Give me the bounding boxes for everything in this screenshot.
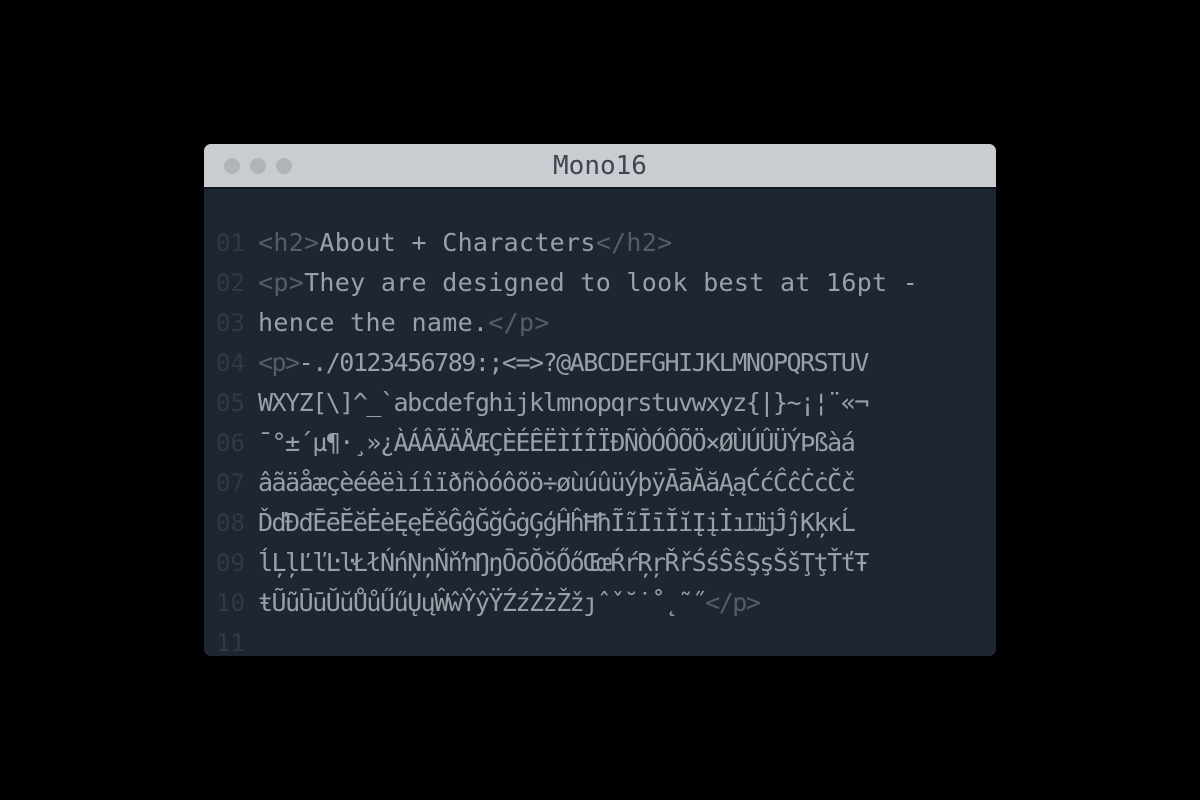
code-content: ĺĻļĽľĿŀŁłŃńŅņŇňŉŊŋŌōŎŏŐőŒœŔŕŖŗŘřŚśŜŝŞşŠš… [258, 543, 869, 583]
code-line[interactable]: 02 <p>They are designed to look best at 1… [204, 263, 996, 303]
code-content: <h2>About + Characters</h2> [258, 223, 673, 263]
code-line[interactable]: 07 âãäåæçèéêëìíîïðñòóôõö÷øùúûüýþÿĀāĂăĄąĆć… [204, 463, 996, 503]
line-number: 07 [216, 469, 245, 497]
text-token: They are designed to look best at 16pt - [304, 268, 919, 297]
editor-window: Mono16 01 <h2>About + Characters</h2> 02 <p… [204, 144, 996, 656]
html-tag-token: <h2> [258, 228, 320, 257]
code-content: ¯°±´µ¶·¸»¿ÀÁÂÃÄÅÆÇÈÉÊËÌÍÎÏÐÑÒÓÔÕÖ×ØÙÚÛÜÝ… [258, 423, 856, 463]
code-content: WXYZ[\]^_`abcdefghijklmnopqrstuvwxyz{|}~… [258, 383, 869, 423]
text-token: ŧŨũŪūŬŭŮůŰűŲųŴŵŶŷŸŹźŻżŽžȷˆˇ˘˙˚˛˜˝ [258, 588, 707, 617]
line-number: 03 [216, 309, 245, 337]
code-line[interactable]: 01 <h2>About + Characters</h2> [204, 223, 996, 263]
text-token: WXYZ[\]^_`abcdefghijklmnopqrstuvwxyz{|}~… [258, 388, 869, 417]
window-title: Mono16 [553, 151, 647, 181]
html-tag-token: <p> [258, 348, 300, 377]
code-content: hence the name.</p> [258, 303, 550, 343]
line-number: 08 [216, 509, 245, 537]
code-content: <p>-./0123456789:;<=>?@ABCDEFGHIJKLMNOPQ… [258, 343, 870, 383]
code-content: ĎďĐđĒēĔĕĖėĘęĚěĜĝĞğĠġĢģĤĥĦħĨĩĪīĬĭĮįİıĲĳĴĵ… [258, 503, 856, 543]
text-token: ĎďĐđĒēĔĕĖėĘęĚěĜĝĞğĠġĢģĤĥĦħĨĩĪīĬĭĮįİıĲĳĴĵ… [258, 508, 856, 537]
code-line[interactable]: 03 hence the name.</p> [204, 303, 996, 343]
line-number: 09 [216, 549, 245, 577]
code-content: ŧŨũŪūŬŭŮůŰűŲųŴŵŶŷŸŹźŻżŽžȷˆˇ˘˙˚˛˜˝</p> [258, 583, 761, 623]
html-tag-token: </p> [488, 308, 550, 337]
code-line[interactable]: 10 ŧŨũŪūŬŭŮůŰűŲųŴŵŶŷŸŹźŻżŽžȷˆˇ˘˙˚˛˜˝</p> [204, 583, 996, 623]
text-token: ĺĻļĽľĿŀŁłŃńŅņŇňŉŊŋŌōŎŏŐőŒœŔŕŖŗŘřŚśŜŝŞşŠš… [258, 548, 869, 577]
line-number: 01 [216, 229, 245, 257]
code-line[interactable]: 09 ĺĻļĽľĿŀŁłŃńŅņŇňŉŊŋŌōŎŏŐőŒœŔŕŖŗŘřŚśŜŝŞş… [204, 543, 996, 583]
line-number: 10 [216, 589, 245, 617]
code-line[interactable]: 06 ¯°±´µ¶·¸»¿ÀÁÂÃÄÅÆÇÈÉÊËÌÍÎÏÐÑÒÓÔÕÖ×ØÙÚÛ… [204, 423, 996, 463]
code-content: âãäåæçèéêëìíîïðñòóôõö÷øùúûüýþÿĀāĂăĄąĆćĈĉ… [258, 463, 856, 503]
text-token: About + Characters [319, 228, 596, 257]
line-number: 05 [216, 389, 245, 417]
line-number: 04 [216, 349, 245, 377]
code-content: <p>They are designed to look best at 16p… [258, 263, 918, 303]
text-token: -./0123456789:;<=>?@ABCDEFGHIJKLMNOPQRST… [298, 348, 870, 377]
title-bar: Mono16 [204, 144, 996, 189]
code-line[interactable]: 08 ĎďĐđĒēĔĕĖėĘęĚěĜĝĞğĠġĢģĤĥĦħĨĩĪīĬĭĮįİıĲĳ… [204, 503, 996, 543]
line-number: 06 [216, 429, 245, 457]
line-number: 02 [216, 269, 245, 297]
html-tag-token: </h2> [595, 228, 673, 257]
html-tag-token: <p> [258, 268, 305, 297]
code-line[interactable]: 11 [204, 623, 996, 656]
code-editor[interactable]: 01 <h2>About + Characters</h2> 02 <p>They a… [204, 189, 996, 656]
text-token: âãäåæçèéêëìíîïðñòóôõö÷øùúûüýþÿĀāĂăĄąĆćĈĉ… [258, 468, 856, 497]
line-number: 11 [216, 629, 245, 656]
html-tag-token: </p> [705, 588, 761, 617]
text-token: hence the name. [258, 308, 489, 337]
code-line[interactable]: 04 <p>-./0123456789:;<=>?@ABCDEFGHIJKLMNO… [204, 343, 996, 383]
text-token: ¯°±´µ¶·¸»¿ÀÁÂÃÄÅÆÇÈÉÊËÌÍÎÏÐÑÒÓÔÕÖ×ØÙÚÛÜÝ… [258, 428, 856, 457]
code-line[interactable]: 05 WXYZ[\]^_`abcdefghijklmnopqrstuvwxyz{|… [204, 383, 996, 423]
